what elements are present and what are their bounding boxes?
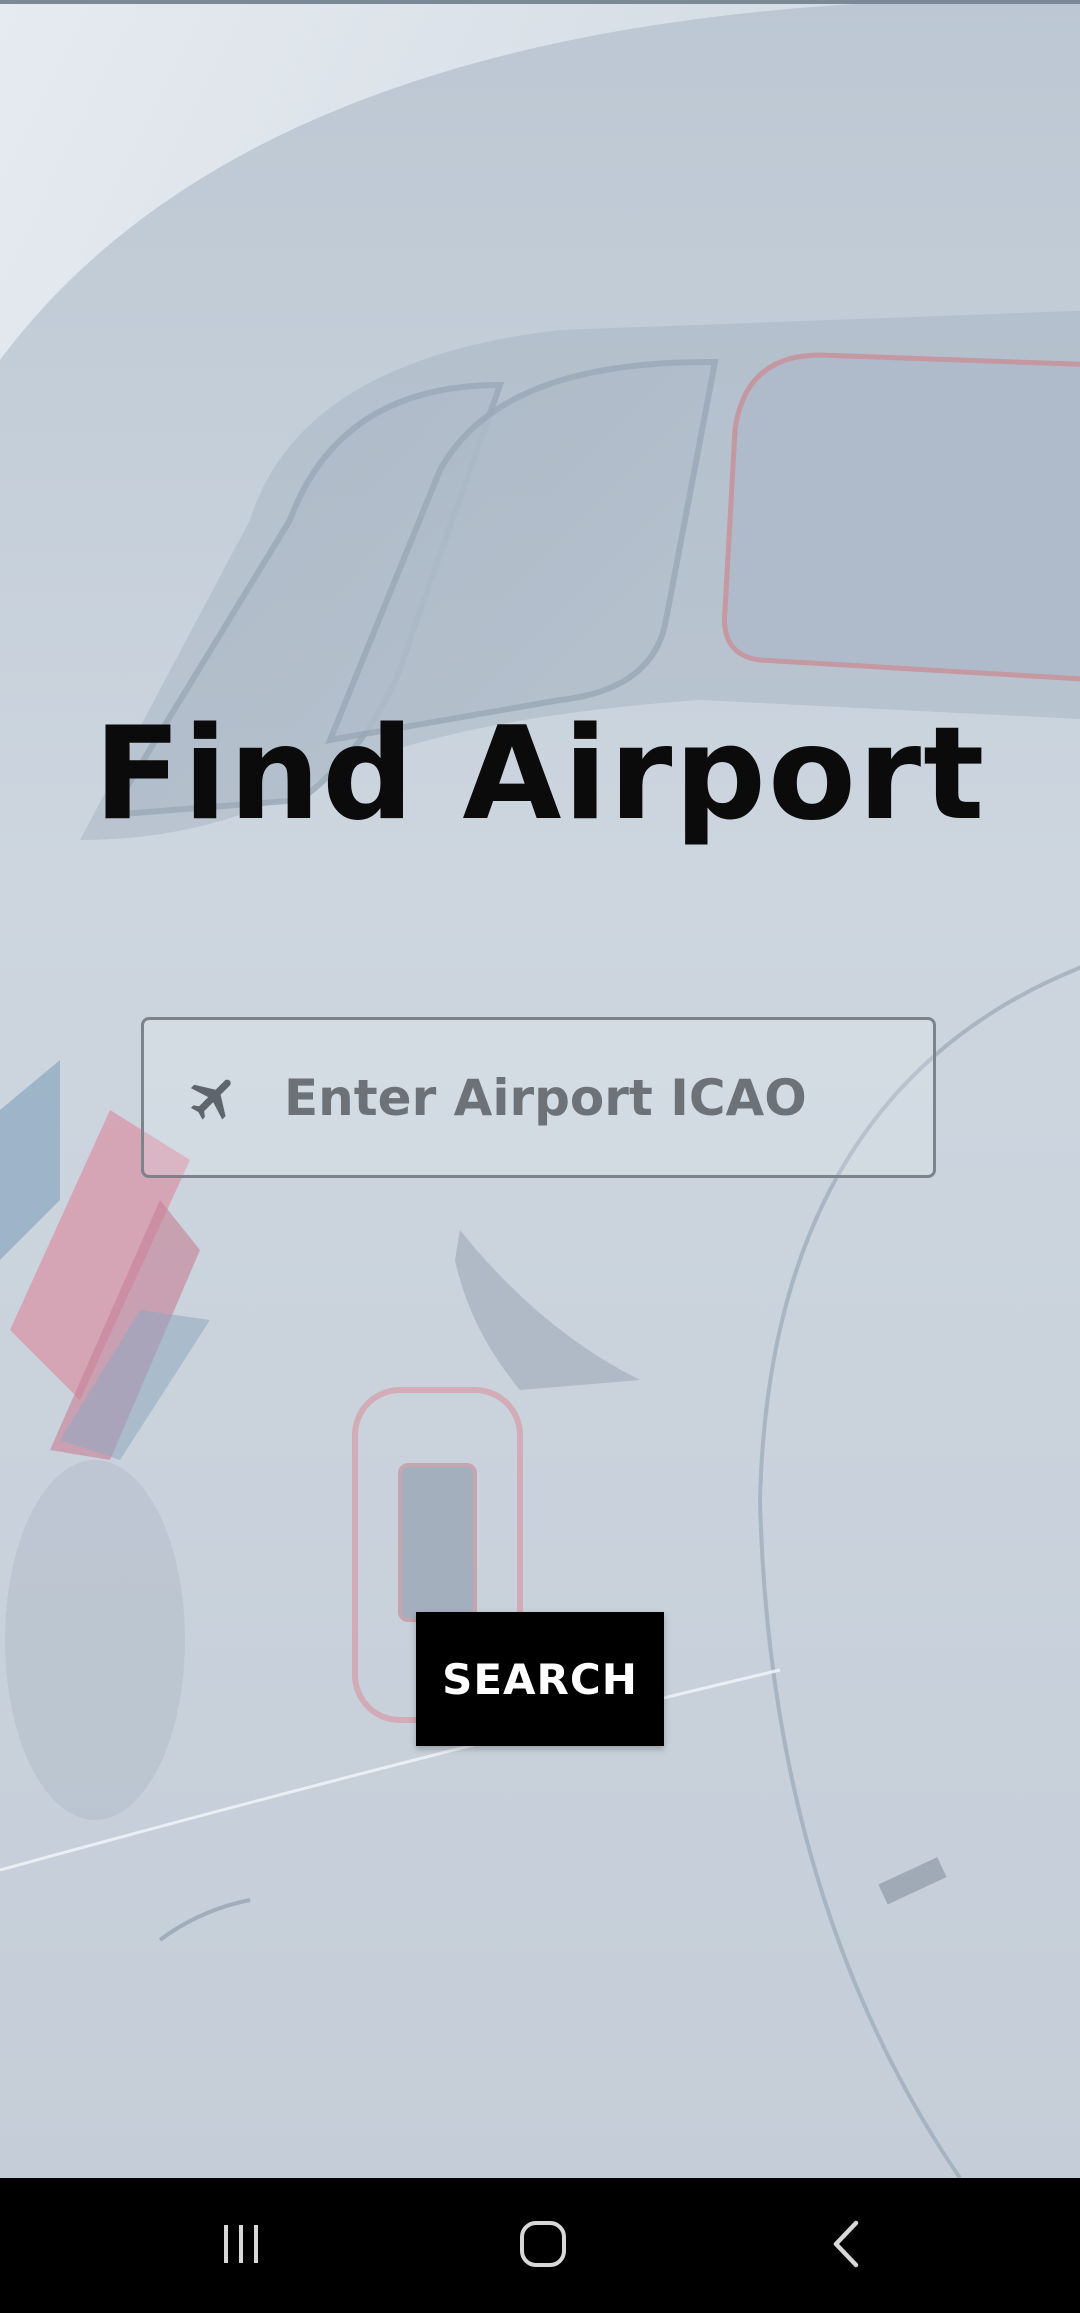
home-icon: [517, 2218, 569, 2274]
airport-search-field[interactable]: [141, 1017, 987, 1178]
system-navigation-bar: [0, 2178, 1080, 2313]
page-title: Find Airport: [93, 700, 987, 849]
airplane-icon: [186, 1068, 242, 1128]
back-button[interactable]: [747, 2178, 947, 2313]
home-button[interactable]: [443, 2178, 643, 2313]
airport-icao-input[interactable]: [284, 1020, 987, 1175]
recent-apps-icon: [216, 2219, 266, 2273]
recent-apps-button[interactable]: [141, 2178, 341, 2313]
search-button[interactable]: SEARCH: [416, 1612, 664, 1746]
find-airport-screen: Find Airport SEARCH: [0, 0, 1080, 2313]
back-icon: [822, 2219, 872, 2273]
